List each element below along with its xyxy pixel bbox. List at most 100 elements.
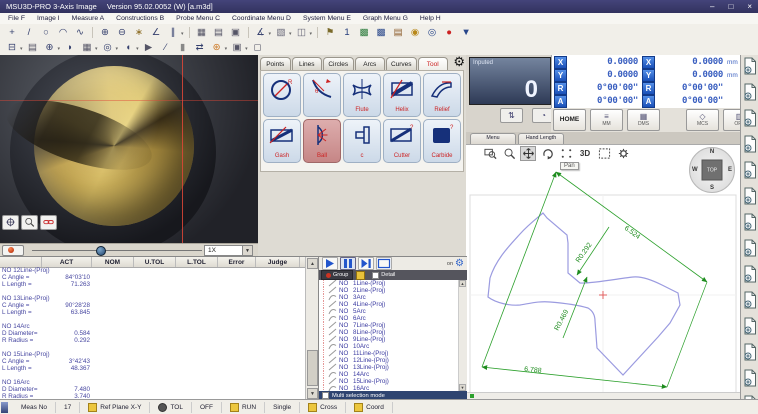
run-button[interactable] — [322, 257, 338, 270]
teach-icon[interactable]: ⚑ — [322, 25, 338, 40]
axis-x-button[interactable]: X — [554, 56, 567, 69]
tab-arcs[interactable]: Arcs — [355, 57, 386, 70]
zoom-window-button[interactable] — [482, 146, 498, 161]
parallel-icon[interactable]: ∥ — [165, 25, 181, 40]
menu-item-system[interactable]: System Menu E — [303, 15, 351, 22]
report-page-icon[interactable]: ▤ — [390, 25, 406, 40]
chevron-down-icon[interactable]: ▼ — [242, 246, 252, 255]
cad-view[interactable]: 3D Pan N S W E TOP 6.524 6 — [466, 145, 740, 399]
c-tool-button[interactable]: c — [343, 119, 381, 163]
add-page-button[interactable] — [743, 57, 757, 80]
add-page-button[interactable] — [743, 369, 757, 392]
tab-tool[interactable]: Tool — [418, 57, 449, 70]
world-icon[interactable]: ◉ — [407, 25, 423, 40]
add-page-button[interactable] — [743, 343, 757, 366]
pattern-grid-icon[interactable]: ▦ — [194, 25, 210, 40]
multi-selection-checkbox[interactable] — [322, 392, 329, 399]
feature-item[interactable]: NO3Arc — [319, 294, 459, 301]
add-page-button[interactable] — [743, 317, 757, 340]
resize-icon[interactable]: ◻ — [250, 40, 266, 55]
magnifier-button[interactable] — [21, 215, 38, 230]
cutter-tool-button[interactable]: ?Cutter — [383, 119, 421, 163]
win-split-dropdown-caret[interactable]: ▾ — [20, 46, 23, 52]
arc-icon[interactable]: ◠ — [55, 25, 71, 40]
view-settings-button[interactable] — [615, 146, 631, 161]
rotate-button[interactable] — [539, 146, 555, 161]
feature-item[interactable]: NO8Line-(Proj) — [319, 329, 459, 336]
save-icon[interactable]: ▼ — [458, 25, 474, 40]
dms-button[interactable]: ▦DMS — [627, 109, 660, 131]
relief-tool-button[interactable]: Relief — [423, 73, 461, 117]
add-page-button[interactable] — [743, 161, 757, 184]
zoom-slider-handle[interactable] — [96, 246, 106, 256]
add-page-button[interactable] — [743, 213, 757, 236]
feature-item[interactable]: NO14Arc — [319, 371, 459, 378]
tab-lines[interactable]: Lines — [292, 57, 323, 70]
point-icon[interactable]: + — [4, 25, 20, 40]
feature-item[interactable]: NO12Line-(Proj) — [319, 357, 459, 364]
tab-group[interactable]: Group — [321, 270, 353, 280]
mm-button[interactable]: ≡MM — [590, 109, 623, 131]
mcs-button[interactable]: ◇MCS — [686, 109, 719, 131]
board-edit-icon[interactable]: ▩ — [356, 25, 372, 40]
grid-win-dropdown-caret[interactable]: ▾ — [95, 46, 98, 52]
swap-axes-button[interactable]: ⇅ — [500, 108, 523, 123]
feature-item[interactable]: NO4Line-(Proj) — [319, 301, 459, 308]
screen-button[interactable] — [376, 257, 392, 270]
curve-icon[interactable]: ∿ — [72, 25, 88, 40]
menu-item-graph[interactable]: Graph Menu G — [363, 15, 408, 22]
circle-icon[interactable]: ○ — [38, 25, 54, 40]
circle-x-dropdown-caret[interactable]: ▾ — [225, 46, 228, 52]
gear-icon[interactable]: ⚙ — [455, 259, 464, 269]
record-icon[interactable]: ● — [441, 25, 457, 40]
circle-diameter-tool-button[interactable]: R — [263, 73, 301, 117]
menu-item-coordinate[interactable]: Coordinate Menu D — [232, 15, 291, 22]
feature-item[interactable]: NO1Line-(Proj) — [319, 280, 459, 287]
menu-item-constructions[interactable]: Constructions B — [116, 15, 164, 22]
axis-r-button[interactable]: R — [554, 82, 567, 95]
feature-item[interactable]: NO2Line-(Proj) — [319, 287, 459, 294]
line-draw-icon[interactable]: ∕ — [158, 40, 174, 55]
add-page-button[interactable] — [743, 83, 757, 106]
parallel-dropdown-caret[interactable]: ▾ — [181, 31, 184, 37]
helix-tool-button[interactable]: Helix — [383, 73, 421, 117]
add-page-button[interactable] — [743, 291, 757, 314]
picture-menu-dropdown-caret[interactable]: ▾ — [310, 31, 313, 37]
axis-y-button[interactable]: Y — [642, 69, 655, 82]
tab-detail[interactable]: Detail — [368, 271, 399, 279]
fit-points-button[interactable] — [558, 146, 574, 161]
select-box-button[interactable] — [596, 146, 612, 161]
board-copy-icon[interactable]: ▩ — [373, 25, 389, 40]
compass-east[interactable]: E — [728, 167, 732, 173]
grid-win-icon[interactable]: ▦ — [79, 40, 95, 55]
half-left-dropdown-caret[interactable]: ▾ — [136, 46, 139, 52]
image-menu-dropdown-caret[interactable]: ▾ — [289, 31, 292, 37]
feature-scrollbar[interactable]: ▲ ▼ — [458, 280, 467, 391]
camera-live-view[interactable] — [0, 55, 258, 244]
link-button[interactable] — [40, 215, 57, 230]
feature-item[interactable]: NO13Line-(Proj) — [319, 364, 459, 371]
add-page-button[interactable] — [743, 135, 757, 158]
tab-menu[interactable]: Menu — [470, 133, 516, 144]
arc-angle-tool-button[interactable]: θ — [303, 73, 341, 117]
compass-west[interactable]: W — [692, 167, 698, 173]
flute-tool-button[interactable]: Flute — [343, 73, 381, 117]
tab-points[interactable]: Points — [260, 57, 291, 70]
image-menu-icon[interactable]: ▧ — [273, 25, 289, 40]
half-left-icon[interactable]: ◖ — [120, 40, 136, 55]
tab-circles[interactable]: Circles — [323, 57, 354, 70]
add-page-button[interactable] — [743, 187, 757, 210]
axis-x-button[interactable]: X — [642, 56, 655, 69]
carbide-tool-button[interactable]: ?Carbide — [423, 119, 461, 163]
maximize-button[interactable]: □ — [728, 2, 733, 11]
menu-item-measure[interactable]: Measure A — [72, 15, 105, 22]
win-list-icon[interactable]: ▤ — [25, 40, 41, 55]
circle-target-icon[interactable]: ◎ — [100, 40, 116, 55]
pause-button[interactable] — [340, 257, 356, 270]
feature-item[interactable]: NO7Line-(Proj) — [319, 322, 459, 329]
angle-icon[interactable]: ∠ — [148, 25, 164, 40]
compass-south[interactable]: S — [710, 185, 714, 191]
feature-item[interactable]: NO6Arc — [319, 315, 459, 322]
gear-icon[interactable]: ⚙ — [453, 55, 465, 69]
feature-item[interactable]: NO5Arc — [319, 308, 459, 315]
